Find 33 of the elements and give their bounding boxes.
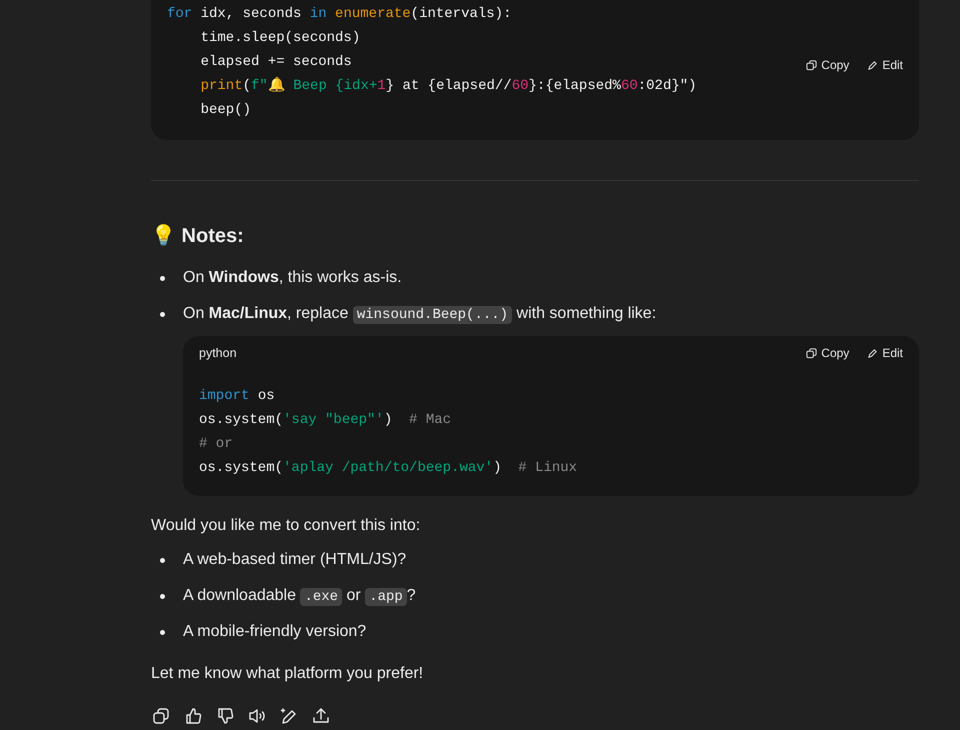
code-line: os.system('say "beep"') # Mac <box>199 411 452 430</box>
list-item: On Mac/Linux, replace winsound.Beep(...) with something like: <box>183 304 656 326</box>
copy-button[interactable]: Copy <box>800 56 856 74</box>
code-line: os.system('aplay /path/to/beep.wav') # Linux <box>199 459 578 478</box>
list-item: A web-based timer (HTML/JS)? <box>183 550 406 570</box>
bullet-dot <box>160 594 165 598</box>
bullet-dot <box>160 276 165 280</box>
copy-icon <box>151 706 171 726</box>
copy-button[interactable]: Copy <box>800 344 856 362</box>
list-item: A mobile-friendly version? <box>183 622 366 642</box>
paragraph: Let me know what platform you prefer! <box>151 664 424 684</box>
code-language-label: python <box>199 346 237 360</box>
pencil-icon <box>867 60 878 70</box>
list-item: On Windows, this works as-is. <box>183 268 402 288</box>
notes-heading: 💡 Notes: <box>151 223 245 248</box>
code-line: import os <box>199 387 275 406</box>
bullet-dot <box>160 630 165 634</box>
paragraph: Would you like me to convert this into: <box>151 516 422 536</box>
code-line: time.sleep(seconds) <box>200 29 360 48</box>
code-line: for idx, seconds in enumerate(intervals): <box>167 5 512 24</box>
copy-icon <box>806 348 818 358</box>
bullet-dot <box>160 558 165 562</box>
code-line: beep() <box>200 101 252 120</box>
code-line: print(f"🔔 Beep {idx+1} at {elapsed//60}:{elapsed%60:02d}") <box>200 76 697 96</box>
code-line: elapsed += seconds <box>200 53 352 72</box>
code-line: # or <box>199 435 233 454</box>
copy-icon <box>806 60 818 70</box>
list-item: A downloadable .exe or .app ? <box>183 586 416 608</box>
pencil-icon <box>867 348 878 358</box>
edit-button[interactable]: Edit <box>861 344 909 362</box>
copy-button[interactable] <box>151 706 171 726</box>
edit-button[interactable]: Edit <box>861 56 909 74</box>
bullet-dot <box>160 312 165 316</box>
